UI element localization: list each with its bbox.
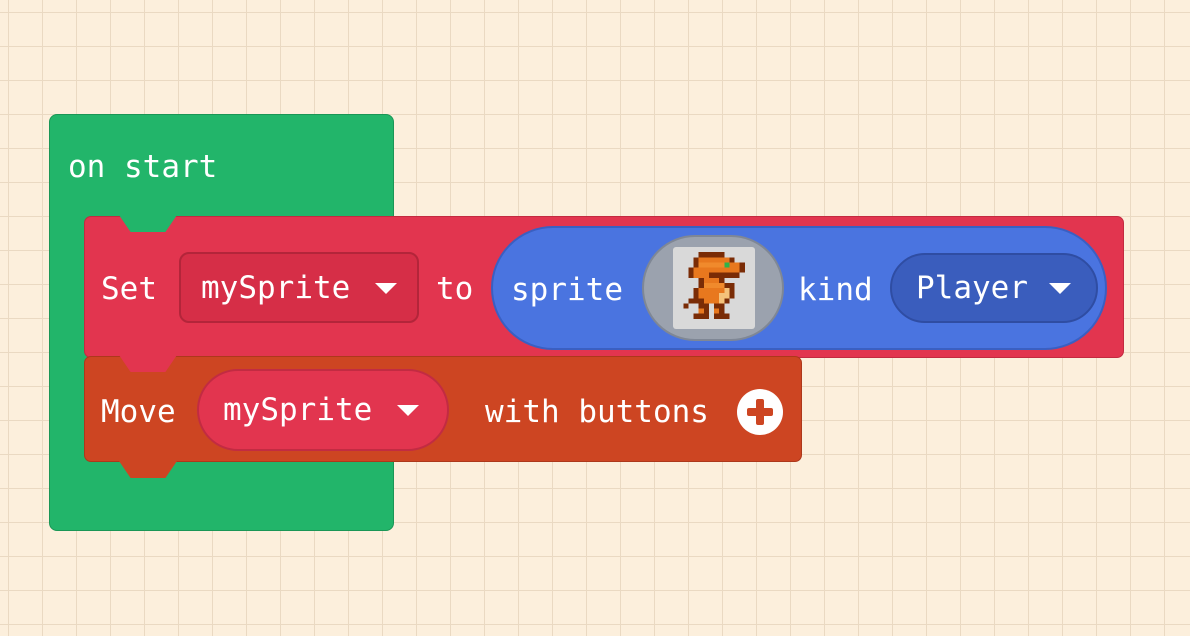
- to-label: to: [436, 271, 474, 307]
- triangle-down-icon: [397, 405, 419, 416]
- move-with-buttons-block[interactable]: Move mySprite with buttons: [84, 355, 802, 478]
- variable-dropdown-value: mySprite: [201, 270, 351, 306]
- sprite-create-block[interactable]: sprite kind Player: [491, 226, 1107, 350]
- set-label: Set: [101, 271, 157, 307]
- sprite-label: sprite: [511, 272, 623, 308]
- with-buttons-label: with buttons: [485, 394, 709, 430]
- triangle-down-icon: [1049, 283, 1071, 294]
- kind-dropdown[interactable]: Player: [890, 253, 1098, 323]
- set-sprite-block[interactable]: Set mySprite to sprite kind Player: [84, 215, 1124, 358]
- triangle-down-icon: [375, 283, 397, 294]
- move-label: Move: [101, 394, 176, 430]
- dinosaur-sprite-icon: [683, 252, 745, 319]
- variable-dropdown[interactable]: mySprite: [179, 252, 419, 323]
- plus-circle-icon[interactable]: [737, 389, 783, 435]
- on-start-label: on start: [68, 149, 218, 185]
- sprite-image-thumbnail: [673, 247, 755, 329]
- move-variable-dropdown[interactable]: mySprite: [197, 369, 449, 451]
- kind-dropdown-value: Player: [916, 270, 1028, 306]
- blocks-workspace[interactable]: on start Set mySprite to sprite kind Pla…: [0, 0, 1190, 636]
- move-variable-value: mySprite: [223, 392, 373, 428]
- move-block-connector-notch: [119, 355, 177, 372]
- sprite-image-field[interactable]: [642, 235, 784, 341]
- set-block-connector-notch: [119, 215, 177, 232]
- kind-label: kind: [798, 272, 873, 308]
